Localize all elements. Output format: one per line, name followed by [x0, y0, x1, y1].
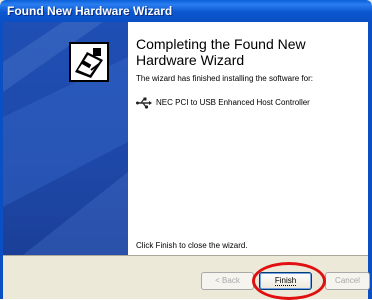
back-button[interactable]: < Back	[201, 272, 254, 290]
button-bar: < Back Finish Cancel	[3, 255, 370, 299]
hardware-icon	[69, 42, 109, 82]
wizard-content: Completing the Found New Hardware Wizard…	[128, 22, 368, 255]
window-title: Found New Hardware Wizard	[7, 4, 173, 18]
finish-button[interactable]: Finish	[259, 272, 312, 290]
window-frame-right	[368, 22, 372, 299]
back-button-label: < Back	[215, 276, 240, 285]
wizard-window: Found New Hardware Wizard Completing the…	[0, 0, 372, 300]
wizard-description: The wizard has finished installing the s…	[136, 74, 313, 83]
close-instruction: Click Finish to close the wizard.	[136, 241, 248, 250]
device-name: NEC PCI to USB Enhanced Host Controller	[156, 98, 310, 107]
cancel-button-label: Cancel	[335, 276, 360, 285]
wizard-sidebar-banner	[3, 22, 128, 255]
wizard-heading: Completing the Found New Hardware Wizard	[136, 36, 306, 68]
cancel-button[interactable]: Cancel	[325, 272, 370, 290]
finish-button-label: Finish	[274, 276, 297, 286]
usb-icon	[136, 96, 152, 115]
device-entry: NEC PCI to USB Enhanced Host Controller	[134, 94, 368, 118]
sidebar-graphic	[3, 22, 128, 255]
title-bar[interactable]: Found New Hardware Wizard	[0, 0, 372, 22]
